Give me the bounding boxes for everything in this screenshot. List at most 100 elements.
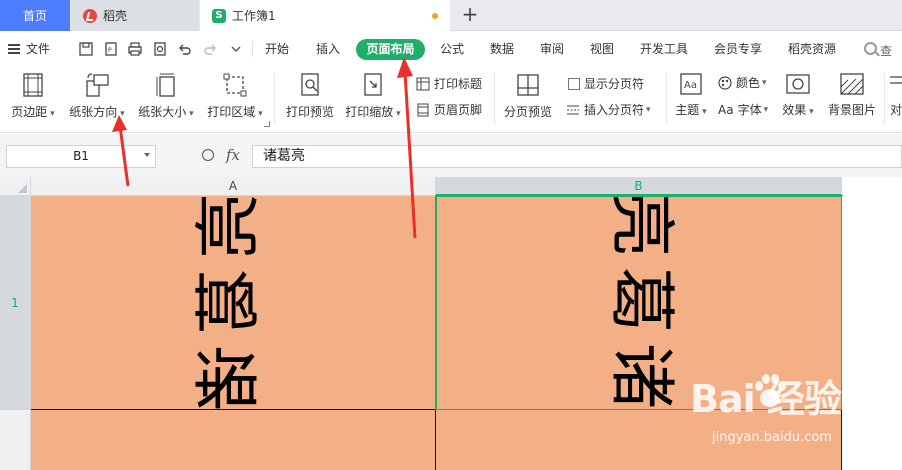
fonts-label: 字体: [737, 103, 762, 117]
checkbox-icon: [568, 77, 580, 90]
palette-icon: [718, 75, 732, 90]
menu-bar: 文件 P 开始 插入 页面布局 公式 数据 审阅 视图 开发工具 会员专享 稻壳…: [0, 31, 902, 67]
tab-daoke[interactable]: 稻壳: [71, 0, 199, 31]
cell-a1[interactable]: 诸 葛 亮: [31, 196, 436, 410]
cell-a1-char: 葛: [190, 269, 267, 335]
divider: [884, 73, 885, 125]
search-label[interactable]: 查: [880, 42, 892, 59]
show-page-breaks-label: 显示分页符: [584, 77, 645, 91]
insert-page-break-button[interactable]: 插入分页符 ▾: [566, 101, 651, 118]
menu-formulas[interactable]: 公式: [440, 31, 464, 67]
paper-size-button[interactable]: 纸张大小: [135, 73, 197, 120]
chevron-down-icon: ▾: [762, 77, 767, 88]
print-titles-label: 打印标题: [434, 77, 483, 91]
page-break-preview-icon: [517, 74, 539, 96]
theme-label: 主题: [675, 101, 706, 118]
align-icon: [890, 76, 902, 84]
column-header-b[interactable]: B: [436, 177, 842, 196]
spreadsheet-icon: S: [212, 8, 226, 23]
cell-a1-char: 亮: [190, 196, 267, 259]
font-aa-icon: Aa: [718, 102, 734, 117]
print-preview-button[interactable]: 打印预览: [282, 73, 338, 120]
menu-insert[interactable]: 插入: [316, 31, 340, 67]
cell-a1-text: 诸 葛 亮: [190, 196, 267, 409]
customize-chevron-down-icon[interactable]: [228, 41, 244, 57]
align-button[interactable]: 对: [890, 73, 902, 118]
select-all-corner[interactable]: [0, 177, 31, 196]
print-icon[interactable]: [127, 41, 143, 57]
insert-page-break-icon: [567, 105, 579, 114]
print-area-label: 打印区域: [207, 103, 262, 120]
row-header-1[interactable]: 1: [0, 196, 31, 410]
dialog-launcher-icon[interactable]: [264, 121, 270, 127]
file-menu-label: 文件: [26, 42, 51, 56]
file-menu-button[interactable]: 文件: [8, 40, 50, 57]
effects-icon: [786, 74, 810, 94]
background-image-button[interactable]: 背景图片: [824, 73, 880, 118]
watermark-url: jingyan.baidu.com: [712, 430, 832, 445]
page-break-preview-button[interactable]: 分页预览: [500, 73, 556, 120]
menu-start[interactable]: 开始: [265, 31, 289, 67]
cell-a1-char: 诸: [190, 345, 267, 410]
cell-b1-text: 诸 葛 亮: [603, 196, 680, 409]
paper-size-icon: [156, 73, 175, 97]
row-header-2[interactable]: [0, 410, 31, 470]
show-page-breaks-checkbox[interactable]: 显示分页符: [568, 75, 644, 92]
background-image-icon: [840, 73, 864, 95]
svg-text:P: P: [108, 47, 112, 54]
print-scale-icon: [364, 73, 382, 96]
tab-daoke-label: 稻壳: [103, 9, 128, 23]
hamburger-icon: [8, 43, 20, 54]
unsaved-indicator-icon: [432, 13, 438, 19]
colors-button[interactable]: 颜色 ▾: [718, 74, 767, 91]
menu-view[interactable]: 视图: [590, 31, 614, 67]
effects-button[interactable]: 效果: [778, 73, 818, 118]
print-preview-label: 打印预览: [285, 105, 334, 119]
tab-bar: 首页 稻壳 S 工作簿1 +: [0, 0, 902, 31]
tab-home[interactable]: 首页: [0, 0, 70, 31]
search-icon[interactable]: [864, 42, 877, 55]
effects-label: 效果: [782, 101, 813, 118]
annotation-arrow-up-icon: [112, 115, 130, 187]
menu-developer[interactable]: 开发工具: [640, 31, 688, 67]
insert-function-icon[interactable]: fx: [226, 146, 240, 164]
print-area-button[interactable]: 打印区域: [204, 73, 266, 120]
theme-icon: Aa: [680, 73, 702, 95]
chevron-down-icon: ▾: [763, 104, 769, 115]
svg-text:Aa: Aa: [684, 80, 697, 91]
column-header-a[interactable]: A: [31, 177, 436, 196]
fonts-button[interactable]: Aa 字体 ▾: [718, 101, 768, 118]
cell-b1-char: 亮: [603, 196, 680, 257]
background-image-label: 背景图片: [827, 103, 876, 117]
print-preview-icon: [301, 73, 319, 96]
name-box-chevron-down-icon[interactable]: [144, 153, 150, 157]
cell-a2[interactable]: [31, 410, 436, 470]
annotation-arrow-up-icon: [397, 57, 417, 239]
tab-workbook[interactable]: S 工作簿1: [200, 0, 450, 31]
menu-review[interactable]: 审阅: [540, 31, 564, 67]
divider: [494, 73, 495, 125]
zoom-icon[interactable]: [202, 149, 214, 161]
undo-icon[interactable]: [177, 41, 193, 57]
formula-input[interactable]: 诸葛亮: [252, 145, 902, 168]
daoke-logo-icon: [83, 8, 97, 23]
tab-workbook-label: 工作簿1: [232, 9, 276, 23]
menu-daoke-resources[interactable]: 稻壳资源: [788, 31, 836, 67]
margins-button[interactable]: 页边距: [8, 73, 58, 120]
watermark-logo-text: Bai 经验: [690, 377, 842, 421]
baidu-jingyan-watermark: Bai 经验 jingyan.baidu.com: [668, 368, 896, 464]
tab-home-label: 首页: [22, 9, 47, 23]
paper-size-label: 纸张大小: [138, 103, 193, 120]
export-pdf-icon[interactable]: P: [103, 41, 119, 57]
theme-button[interactable]: Aa 主题: [672, 73, 710, 118]
insert-page-break-label: 插入分页符: [584, 103, 645, 117]
save-icon[interactable]: [78, 41, 94, 57]
redo-icon[interactable]: [202, 41, 218, 57]
header-footer-label: 页眉页脚: [434, 103, 483, 117]
print-preview-icon[interactable]: [152, 41, 168, 57]
orientation-icon: [86, 73, 109, 97]
menu-member[interactable]: 会员专享: [714, 31, 762, 67]
new-tab-button[interactable]: +: [458, 3, 482, 27]
divider: [252, 41, 253, 57]
menu-data[interactable]: 数据: [490, 31, 514, 67]
